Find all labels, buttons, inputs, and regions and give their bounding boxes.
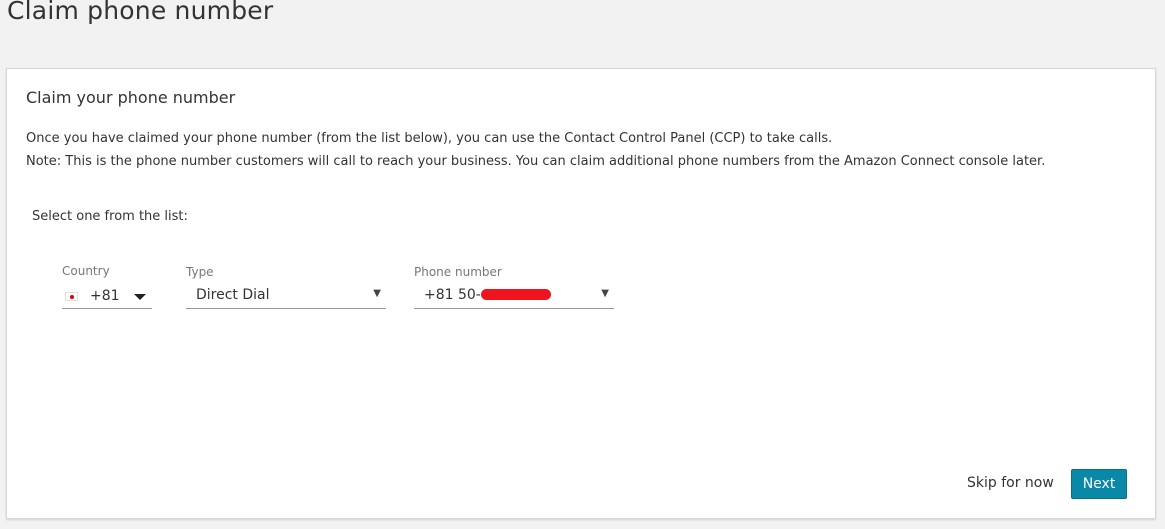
type-select[interactable]: Direct Dial ▼ [186,283,386,309]
chevron-down-icon: ▼ [373,288,381,299]
phone-number-value: +81 50- [424,287,551,303]
skip-for-now-link[interactable]: Skip for now [967,475,1054,491]
next-button[interactable]: Next [1071,469,1127,499]
phone-number-select[interactable]: +81 50- ▼ [414,283,614,309]
type-label: Type [186,265,214,279]
card-title: Claim your phone number [26,88,236,107]
country-code-value: +81 [90,288,120,304]
phone-number-label: Phone number [414,265,502,279]
description-line-2: Note: This is the phone number customers… [26,154,1046,169]
country-select[interactable]: +81 [62,283,152,309]
select-prompt: Select one from the list: [32,209,188,224]
japan-flag-icon [65,292,78,301]
claim-phone-card: Claim your phone number Once you have cl… [6,68,1156,519]
phone-number-prefix: +81 50- [424,287,481,303]
page-title: Claim phone number [7,0,274,25]
chevron-down-icon: ▼ [601,288,609,299]
country-label: Country [62,264,110,278]
type-value: Direct Dial [196,287,270,303]
redaction-mark [480,289,551,300]
description-line-1: Once you have claimed your phone number … [26,131,833,146]
chevron-down-icon [134,294,146,300]
